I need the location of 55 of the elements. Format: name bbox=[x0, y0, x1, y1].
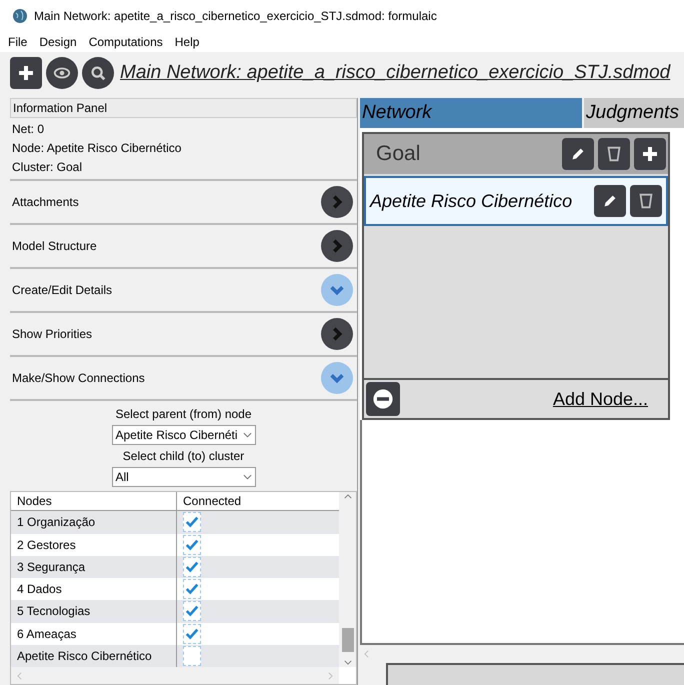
add-button[interactable] bbox=[10, 57, 42, 89]
info-line: Cluster: Goal bbox=[12, 159, 84, 176]
delete-button[interactable] bbox=[630, 185, 662, 217]
edit-button[interactable] bbox=[562, 138, 594, 170]
magnifier-icon bbox=[89, 64, 107, 82]
field-label: Select child (to) cluster bbox=[122, 448, 244, 465]
network-title: Main Network: apetite_a_risco_cibernetico_exercicio_STJ.sdmod bbox=[120, 60, 670, 85]
tab[interactable]: Judgments bbox=[584, 98, 684, 128]
tab[interactable]: Network bbox=[360, 98, 582, 128]
checkbox[interactable] bbox=[183, 579, 201, 600]
checkbox[interactable] bbox=[183, 512, 201, 532]
checkbox[interactable] bbox=[183, 534, 201, 555]
vertical-scrollbar[interactable] bbox=[339, 492, 356, 667]
scroll-down-icon[interactable] bbox=[344, 660, 352, 665]
window-title: Main Network: apetite_a_risco_cibernetico_exercicio_STJ.sdmod: formulaic bbox=[34, 8, 437, 25]
trash-icon bbox=[637, 192, 655, 210]
node-item[interactable]: Apetite Risco Cibernético bbox=[364, 176, 668, 226]
cluster-title: Goal bbox=[376, 141, 420, 168]
checkbox[interactable] bbox=[183, 624, 201, 644]
column-header: Connected bbox=[182, 493, 242, 510]
section-header[interactable]: Make/Show Connections bbox=[10, 357, 357, 401]
menu-item[interactable]: Design bbox=[39, 33, 77, 51]
menu-item[interactable]: File bbox=[8, 33, 28, 51]
eye-button[interactable] bbox=[46, 57, 78, 89]
column-header: Nodes bbox=[11, 492, 177, 510]
section-header[interactable]: Attachments bbox=[10, 181, 357, 225]
app-globe-icon bbox=[12, 8, 28, 24]
delete-button[interactable] bbox=[598, 138, 630, 170]
caret-icon bbox=[242, 474, 252, 480]
info-line: Net: 0 bbox=[12, 121, 46, 138]
menu-item[interactable]: Computations bbox=[88, 33, 163, 51]
remove-button[interactable] bbox=[366, 382, 400, 416]
section-header[interactable]: Model Structure bbox=[10, 225, 357, 269]
info-line: Node: Apetite Risco Cibernético bbox=[12, 140, 182, 157]
section-header[interactable]: Show Priorities bbox=[10, 313, 357, 357]
panel-header: Information Panel bbox=[10, 98, 357, 118]
checkbox[interactable] bbox=[183, 601, 201, 622]
minus-circle-icon bbox=[371, 387, 395, 411]
checkbox[interactable] bbox=[183, 646, 201, 666]
scrollbar-thumb[interactable] bbox=[342, 628, 354, 652]
parent-node-dropdown[interactable]: Apetite Risco Cibernéti bbox=[112, 425, 256, 445]
plus-icon bbox=[640, 144, 660, 164]
field-label: Select parent (from) node bbox=[115, 406, 252, 423]
trash-icon bbox=[605, 145, 623, 163]
edit-button[interactable] bbox=[594, 185, 626, 217]
scroll-up-icon[interactable] bbox=[344, 494, 352, 499]
zoom-button[interactable] bbox=[82, 57, 114, 89]
checkbox[interactable] bbox=[183, 556, 201, 577]
add-button[interactable] bbox=[634, 138, 666, 170]
add-node-link[interactable]: Add Node... bbox=[552, 386, 648, 412]
plus-icon bbox=[16, 63, 36, 83]
child-cluster-dropdown[interactable]: All bbox=[112, 467, 256, 487]
menu-item[interactable]: Help bbox=[174, 33, 200, 51]
section-header[interactable]: Create/Edit Details bbox=[10, 269, 357, 313]
caret-icon bbox=[242, 432, 252, 438]
